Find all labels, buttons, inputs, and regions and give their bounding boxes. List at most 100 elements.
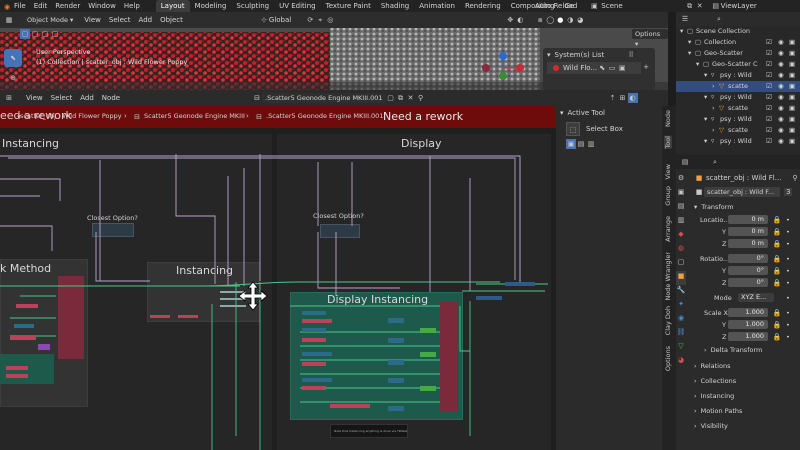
editor-type-icon[interactable]: ▦ — [4, 15, 14, 25]
tab-group[interactable]: Group — [664, 186, 672, 206]
tab-node-wrangler[interactable]: Node Wrangler — [664, 252, 672, 301]
location-x-field[interactable]: 0 m — [728, 215, 768, 224]
collections-panel-header[interactable]: › Collections — [694, 373, 800, 388]
select-mode-icon-2[interactable]: ▢ — [30, 29, 40, 39]
expand-arrow-icon[interactable]: ▾ — [704, 92, 707, 103]
node-canvas[interactable]: eed a rework ▾ scatter_obj : Wild Flower… — [0, 106, 556, 450]
camera-icon[interactable]: ▣ — [789, 81, 795, 92]
viewlayer-name[interactable]: ViewLayer — [721, 0, 757, 12]
rotation-z-field[interactable]: 0° — [728, 278, 768, 287]
tool-props-icon[interactable]: ⚙ — [676, 173, 686, 187]
tab-layout[interactable]: Layout — [155, 0, 190, 12]
motion-paths-panel-header[interactable]: › Motion Paths — [694, 403, 800, 418]
modifier-props-icon[interactable]: 🔧 — [676, 285, 686, 299]
tab-tool[interactable]: Tool — [664, 136, 672, 149]
menu-render[interactable]: Render — [51, 0, 84, 12]
keyframe-dot[interactable]: • — [786, 238, 790, 250]
camera-icon[interactable]: ▣ — [789, 48, 795, 59]
properties-search-icon[interactable]: ⌕ — [710, 157, 720, 167]
blender-logo-icon[interactable]: ◉ — [0, 1, 10, 11]
eye-icon[interactable]: ◉ — [778, 114, 784, 125]
eye-icon[interactable]: ◉ — [778, 103, 784, 114]
pivot-icon[interactable]: ⟳ — [305, 15, 315, 25]
eye-icon[interactable]: ◉ — [778, 70, 784, 81]
pin-icon[interactable]: ⚲ — [416, 93, 426, 103]
monitor-icon[interactable]: ▭ — [607, 63, 617, 73]
eye-icon[interactable]: ◉ — [778, 37, 784, 48]
lock-rotation-y-icon[interactable]: 🔒 — [772, 266, 782, 276]
viewport-menu-view[interactable]: View — [84, 16, 101, 24]
outliner-row[interactable]: › ▽ scatte ☑ ◉ ▣ — [676, 81, 800, 92]
outliner-row[interactable]: ▾ ▢ Collection ☑ ◉ ▣ — [676, 37, 800, 48]
expand-arrow-icon[interactable]: ▾ — [704, 70, 707, 81]
viewport-menu-object[interactable]: Object — [160, 16, 183, 24]
outliner-row[interactable]: ▾ ▿ psy : Wild ☑ ◉ ▣ — [676, 136, 800, 147]
node-menu-add[interactable]: Add — [80, 94, 94, 102]
transform-orientation-icon[interactable]: ⊹ — [259, 15, 269, 25]
outliner-row[interactable]: ▾ ▿ psy : Wild ☑ ◉ ▣ — [676, 114, 800, 125]
relations-panel-header[interactable]: › Relations — [694, 358, 800, 373]
lock-rotation-x-icon[interactable]: 🔒 — [772, 254, 782, 264]
node-overlay-icon[interactable]: ◐ — [627, 93, 638, 103]
exclude-checkbox[interactable]: ☑ — [766, 114, 772, 125]
overlay-icon[interactable]: ◐ — [515, 15, 525, 25]
fake-user-icon[interactable]: ▢ — [386, 93, 396, 103]
tab-node[interactable]: Node — [664, 110, 672, 127]
object-mode-dropdown[interactable]: Object Mode ▾ — [24, 15, 77, 25]
systems-list-item[interactable]: Wild Flo... ⬉ ▭ ▣ — [547, 62, 641, 74]
exclude-checkbox[interactable]: ☑ — [766, 136, 772, 147]
transform-orientation-dropdown[interactable]: Global — [269, 16, 291, 24]
lock-location-x-icon[interactable]: 🔒 — [772, 215, 782, 225]
scene-props-icon[interactable]: ◆ — [676, 229, 686, 243]
eye-icon[interactable]: ◉ — [778, 92, 784, 103]
keyframe-dot[interactable]: • — [786, 226, 790, 238]
tab-rendering[interactable]: Rendering — [460, 0, 506, 12]
eye-icon[interactable]: ◉ — [778, 59, 784, 70]
node-tree-type-icon[interactable]: ⊟ — [252, 93, 262, 103]
visibility-panel-header[interactable]: › Visibility — [694, 418, 800, 433]
location-z-field[interactable]: 0 m — [728, 239, 768, 248]
viewlayer-icon[interactable]: ▤ — [711, 1, 721, 11]
add-system-icon[interactable]: + — [641, 62, 651, 72]
lock-location-z-icon[interactable]: 🔒 — [772, 239, 782, 249]
tab-shading[interactable]: Shading — [376, 0, 414, 12]
tab-animation[interactable]: Animation — [414, 0, 460, 12]
snap-icon[interactable]: ⌖ — [315, 15, 325, 25]
camera-icon[interactable]: ▣ — [617, 63, 627, 73]
parent-tree-icon[interactable]: ⇡ — [608, 93, 618, 103]
scene-icon[interactable]: ▣ — [589, 1, 599, 11]
world-props-icon[interactable]: ◍ — [676, 243, 686, 257]
keyframe-dot[interactable]: • — [786, 214, 790, 226]
physics-props-icon[interactable]: ◉ — [676, 313, 686, 327]
tab-view[interactable]: View — [664, 164, 672, 179]
properties-editor-icon[interactable]: ▤ — [680, 157, 690, 167]
rotation-x-field[interactable]: 0° — [728, 254, 768, 263]
location-y-field[interactable]: 0 m — [728, 227, 768, 236]
viewport-menu-select[interactable]: Select — [109, 16, 131, 24]
scale-y-field[interactable]: 1.000 — [728, 320, 768, 329]
lock-scale-x-icon[interactable]: 🔒 — [772, 308, 782, 318]
scale-z-field[interactable]: 1.000 — [728, 332, 768, 341]
outliner-row[interactable]: ▾ ▿ psy : Wild ☑ ◉ ▣ — [676, 92, 800, 103]
tab-modeling[interactable]: Modeling — [190, 0, 232, 12]
instancing-panel-header[interactable]: › Instancing — [694, 388, 800, 403]
object-props-icon[interactable]: ■ — [676, 271, 686, 285]
outliner-row[interactable]: ▾ ▢ Geo-Scatter C ☑ ◉ ▣ — [676, 59, 800, 70]
close-scene-icon[interactable]: ✕ — [695, 1, 705, 11]
camera-icon[interactable]: ▣ — [789, 136, 795, 147]
select-new-icon[interactable]: ▣ — [566, 139, 576, 149]
keyframe-dot[interactable]: • — [786, 307, 790, 319]
constraints-props-icon[interactable]: ⛓ — [676, 327, 686, 341]
outliner-row[interactable]: ▾ ▢ Scene Collection — [676, 26, 800, 37]
expand-arrow-icon[interactable]: ▾ — [704, 114, 707, 125]
expand-arrow-icon[interactable]: ▾ — [680, 26, 683, 37]
systems-panel-chevron-icon[interactable]: ▾ — [547, 51, 551, 59]
particles-props-icon[interactable]: ✦ — [676, 299, 686, 313]
gizmo-toggle-icon[interactable]: ✥ — [505, 15, 515, 25]
outliner-editor-icon[interactable]: ☰ — [680, 14, 690, 24]
material-props-icon[interactable]: ◕ — [676, 355, 686, 369]
exclude-checkbox[interactable]: ☑ — [766, 59, 772, 70]
material-shading-icon[interactable]: ◑ — [565, 15, 575, 25]
keyframe-dot[interactable]: • — [786, 319, 790, 331]
keyframe-dot[interactable]: • — [786, 277, 790, 289]
